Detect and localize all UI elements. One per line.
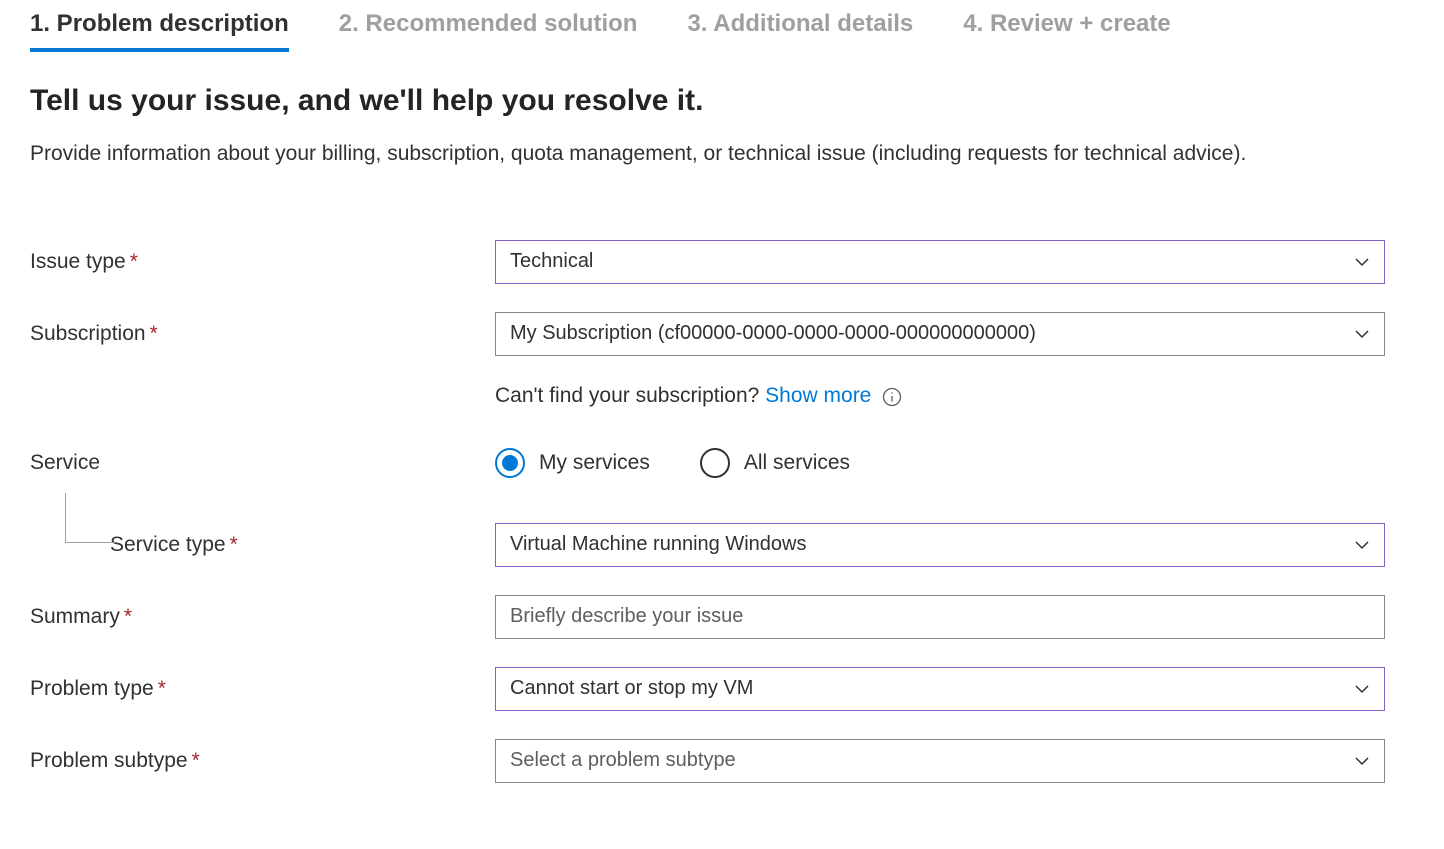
- chevron-down-icon: [1354, 681, 1370, 697]
- radio-button-icon: [700, 448, 730, 478]
- required-marker: *: [150, 322, 158, 345]
- tab-problem-description[interactable]: 1. Problem description: [30, 10, 289, 52]
- radio-all-services[interactable]: All services: [700, 448, 850, 478]
- page-heading: Tell us your issue, and we'll help you r…: [30, 84, 1414, 118]
- required-marker: *: [192, 749, 200, 772]
- subscription-label: Subscription*: [30, 322, 495, 346]
- issue-type-label: Issue type*: [30, 250, 495, 274]
- required-marker: *: [124, 605, 132, 628]
- tab-recommended-solution[interactable]: 2. Recommended solution: [339, 10, 638, 52]
- required-marker: *: [158, 677, 166, 700]
- service-radio-group: My services All services: [495, 448, 1385, 478]
- summary-input[interactable]: [495, 595, 1385, 639]
- service-type-dropdown[interactable]: Virtual Machine running Windows: [495, 523, 1385, 567]
- summary-label: Summary*: [30, 605, 495, 629]
- service-type-label: Service type*: [30, 533, 495, 557]
- show-more-link[interactable]: Show more: [765, 384, 871, 407]
- problem-subtype-dropdown[interactable]: Select a problem subtype: [495, 739, 1385, 783]
- required-marker: *: [130, 250, 138, 273]
- wizard-tabs: 1. Problem description 2. Recommended so…: [30, 10, 1414, 52]
- chevron-down-icon: [1354, 537, 1370, 553]
- chevron-down-icon: [1354, 254, 1370, 270]
- tab-review-create[interactable]: 4. Review + create: [963, 10, 1170, 52]
- service-label: Service: [30, 451, 495, 475]
- required-marker: *: [230, 533, 238, 556]
- problem-type-label: Problem type*: [30, 677, 495, 701]
- subscription-helper-text: Can't find your subscription?: [495, 384, 765, 407]
- problem-subtype-label: Problem subtype*: [30, 749, 495, 773]
- info-icon[interactable]: [882, 387, 902, 407]
- tab-additional-details[interactable]: 3. Additional details: [687, 10, 913, 52]
- radio-my-services[interactable]: My services: [495, 448, 650, 478]
- chevron-down-icon: [1354, 753, 1370, 769]
- tree-connector-icon: [65, 493, 115, 543]
- subscription-dropdown[interactable]: My Subscription (cf00000-0000-0000-0000-…: [495, 312, 1385, 356]
- problem-type-dropdown[interactable]: Cannot start or stop my VM: [495, 667, 1385, 711]
- page-subheading: Provide information about your billing, …: [30, 138, 1410, 170]
- chevron-down-icon: [1354, 326, 1370, 342]
- radio-button-icon: [495, 448, 525, 478]
- issue-type-dropdown[interactable]: Technical: [495, 240, 1385, 284]
